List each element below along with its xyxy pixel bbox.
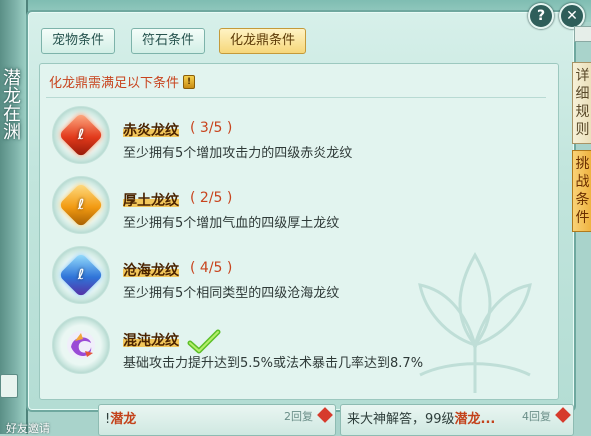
chat-item[interactable]: 来大神解答，99级潜龙... 4回复 (340, 404, 574, 436)
condition-title: 厚土龙纹 (123, 190, 179, 210)
chat-name: !潜龙 (105, 412, 137, 427)
condition-title: 沧海龙纹 (123, 260, 179, 280)
side-collapse-icon[interactable] (574, 26, 591, 42)
hot-tag-icon (555, 407, 571, 423)
condition-row-chaos: 混沌龙纹 基础攻击力提升达到5.5%或法术暴击几率达到8.7% (0, 310, 591, 374)
condition-row-red: ℓ 赤炎龙纹 ( 3/5 ) 至少拥有5个增加攻击力的四级赤炎龙纹 (0, 100, 591, 164)
gem-frame: ℓ (52, 106, 110, 164)
gem-frame (52, 316, 110, 374)
conditions-header: 化龙鼎需满足以下条件 ! (49, 72, 196, 91)
condition-row-blue: ℓ 沧海龙纹 ( 4/5 ) 至少拥有5个相同类型的四级沧海龙纹 (0, 240, 591, 304)
condition-title: 赤炎龙纹 (123, 120, 179, 140)
chat-item[interactable]: !潜龙 2回复 (98, 404, 336, 436)
conditions-header-text: 化龙鼎需满足以下条件 (49, 76, 180, 91)
condition-description: 至少拥有5个相同类型的四级沧海龙纹 (123, 286, 340, 301)
chat-text: 来大神解答，99级潜龙... (347, 412, 496, 427)
condition-description: 基础攻击力提升达到5.5%或法术暴击几率达到8.7% (123, 356, 424, 371)
check-icon (187, 329, 221, 354)
red-gem-icon: ℓ (58, 112, 104, 158)
gem-frame: ℓ (52, 176, 110, 234)
tab-rune-conditions[interactable]: 符石条件 (131, 28, 206, 54)
gem-frame: ℓ (52, 246, 110, 304)
rail-edit-icon[interactable] (0, 374, 18, 398)
orange-gem-icon: ℓ (58, 182, 104, 228)
tab-pet-conditions[interactable]: 宠物条件 (41, 28, 116, 54)
divider (46, 97, 546, 98)
condition-progress: ( 2/5 ) (190, 190, 233, 206)
condition-title: 混沌龙纹 (123, 330, 179, 350)
tab-dragon-cauldron-conditions[interactable]: 化龙鼎条件 (219, 28, 307, 54)
chat-reply-count: 4回复 (522, 410, 551, 423)
info-icon[interactable]: ! (183, 74, 196, 89)
purple-chaos-icon (67, 331, 95, 359)
chat-reply-count: 2回复 (284, 410, 313, 423)
blue-gem-icon: ℓ (58, 252, 104, 298)
condition-description: 至少拥有5个增加气血的四级厚土龙纹 (123, 216, 340, 231)
hot-tag-icon (317, 407, 333, 423)
condition-progress: ( 3/5 ) (190, 120, 233, 136)
condition-row-orange: ℓ 厚土龙纹 ( 2/5 ) 至少拥有5个增加气血的四级厚土龙纹 (0, 170, 591, 234)
condition-progress: ( 4/5 ) (190, 260, 233, 276)
friend-invite-label[interactable]: 好友邀请 (0, 420, 66, 435)
help-button[interactable]: ? (528, 3, 554, 29)
condition-description: 至少拥有5个增加攻击力的四级赤炎龙纹 (123, 146, 353, 161)
